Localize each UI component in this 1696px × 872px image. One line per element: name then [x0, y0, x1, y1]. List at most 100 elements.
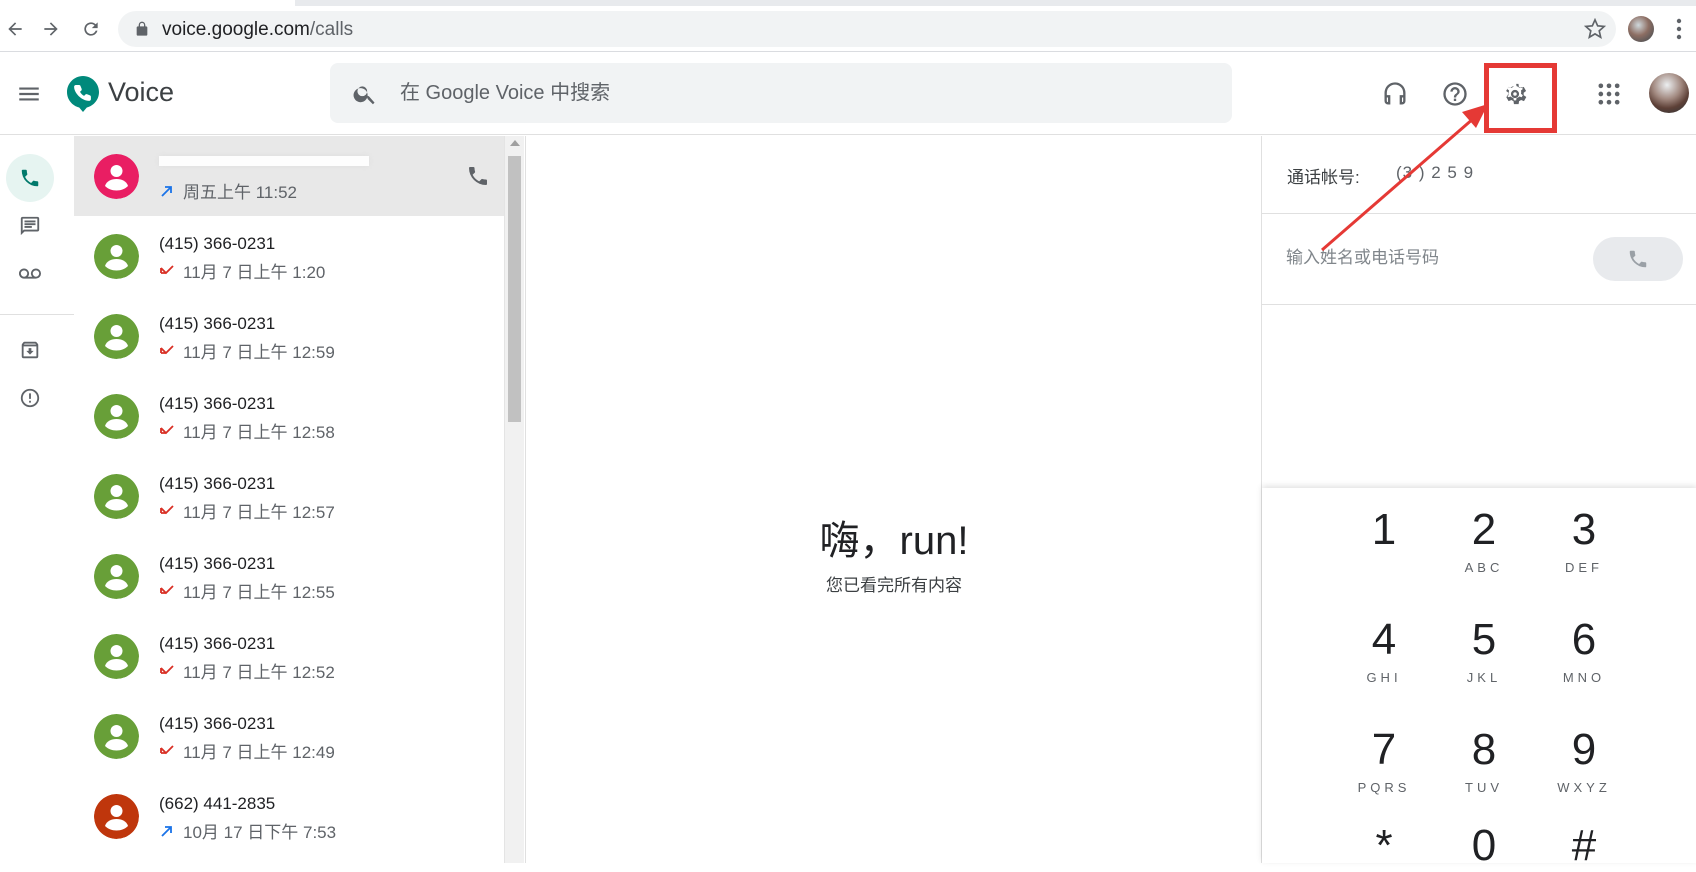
key-9[interactable]: 9 WXYZ: [1534, 708, 1634, 804]
key-hash[interactable]: #: [1534, 804, 1634, 870]
contact-name: (415) 366-0231: [159, 474, 276, 493]
contact-avatar: [94, 714, 139, 759]
search-bar[interactable]: [330, 63, 1232, 123]
reload-button[interactable]: [78, 16, 104, 42]
forward-button[interactable]: [38, 16, 64, 42]
support-button[interactable]: [1378, 77, 1412, 111]
call-row[interactable]: (415) 366-0231 11月 7 日上午 12:58: [74, 376, 524, 456]
main-panel: 嗨，run! 您已看完所有内容: [525, 136, 1261, 863]
key-4[interactable]: 4 GHI: [1334, 598, 1434, 694]
key-star[interactable]: *: [1334, 804, 1434, 870]
person-icon: [94, 634, 139, 679]
key-digit: 2: [1471, 505, 1497, 554]
key-2[interactable]: 2 ABC: [1434, 488, 1534, 584]
key-digit: #: [1571, 821, 1597, 870]
main-menu-icon[interactable]: [16, 81, 42, 107]
browser-profile-avatar[interactable]: [1628, 16, 1654, 42]
contact-name: (415) 366-0231: [159, 554, 276, 573]
nav-rail: [0, 136, 74, 863]
key-6[interactable]: 6 MNO: [1534, 598, 1634, 694]
account-label: 通话帐号:: [1287, 168, 1360, 187]
call-meta: 11月 7 日上午 12:52: [159, 658, 335, 683]
help-icon: [1443, 82, 1467, 106]
rail-messages[interactable]: [6, 202, 54, 250]
browser-menu-icon[interactable]: [1676, 18, 1682, 40]
account-avatar[interactable]: [1649, 73, 1689, 113]
key-8[interactable]: 8 TUV: [1434, 708, 1534, 804]
contact-avatar: [94, 794, 139, 839]
greeting-title: 嗨，run!: [819, 519, 969, 563]
browser-toolbar: voice.google.com/calls: [0, 0, 1696, 52]
call-time: 11月 7 日上午 12:57: [183, 503, 335, 522]
contact-name-redacted: [159, 156, 369, 166]
address-bar[interactable]: voice.google.com/calls: [118, 11, 1616, 47]
search-input[interactable]: [400, 77, 1200, 109]
contact-avatar: [94, 474, 139, 519]
contact-name: (415) 366-0231: [159, 634, 276, 653]
app-header: Voice: [0, 53, 1696, 135]
dialer-panel: 通话帐号: (3 ) 2 5 9 1 2 ABC 3 DEF 4 GHI 5 JKL 6…: [1261, 136, 1696, 870]
arrow-left-icon: [8, 22, 22, 36]
call-meta: 10月 17 日下午 7:53: [159, 818, 336, 843]
contact-name: (415) 366-0231: [159, 714, 276, 733]
call-row[interactable]: (415) 366-0231 11月 7 日上午 12:57: [74, 456, 524, 536]
key-letters: JKL: [1466, 670, 1502, 685]
calls-list: 周五上午 11:52 (415) 366-0231 11月 7 日上午 1:20…: [74, 136, 524, 863]
rail-spam[interactable]: [6, 374, 54, 422]
contact-name: (415) 366-0231: [159, 234, 276, 253]
call-row[interactable]: (415) 366-0231 11月 7 日上午 12:49: [74, 696, 524, 776]
call-row[interactable]: (415) 366-0231 11月 7 日上午 12:59: [74, 296, 524, 376]
outgoing-call-icon: [161, 185, 172, 197]
back-button[interactable]: [2, 16, 28, 42]
contact-avatar: [94, 554, 139, 599]
missed-call-icon: [160, 504, 174, 514]
voicemail-icon: [19, 268, 41, 279]
rail-voicemail[interactable]: [6, 250, 54, 298]
call-row[interactable]: (415) 366-0231 11月 7 日上午 12:52: [74, 616, 524, 696]
key-7[interactable]: 7 PQRS: [1334, 708, 1434, 804]
bookmark-star-icon[interactable]: [1584, 18, 1606, 40]
missed-call-icon: [160, 744, 174, 754]
call-row[interactable]: (415) 366-0231 11月 7 日上午 12:55: [74, 536, 524, 616]
dial-input[interactable]: [1286, 243, 1576, 273]
dial-call-button[interactable]: [1593, 237, 1683, 281]
app-brand[interactable]: Voice: [108, 77, 174, 108]
key-1[interactable]: 1: [1334, 488, 1434, 584]
scroll-up-arrow[interactable]: [510, 140, 520, 146]
key-letters: WXYZ: [1557, 780, 1611, 795]
call-row[interactable]: (415) 366-0231 11月 7 日上午 1:20: [74, 216, 524, 296]
person-icon: [94, 154, 139, 199]
person-icon: [94, 314, 139, 359]
calls-scrollbar[interactable]: [504, 136, 524, 863]
voice-logo-icon[interactable]: [66, 75, 100, 113]
missed-call-icon: [160, 664, 174, 674]
key-letters: DEF: [1565, 560, 1603, 575]
rail-archive[interactable]: [6, 326, 54, 374]
rail-calls[interactable]: [6, 154, 54, 202]
help-button[interactable]: [1438, 77, 1472, 111]
key-digit: *: [1375, 821, 1393, 870]
key-digit: 6: [1571, 615, 1597, 664]
call-back-phone-icon[interactable]: [466, 164, 490, 188]
key-digit: 0: [1471, 821, 1497, 870]
key-letters: MNO: [1562, 670, 1606, 685]
key-letters: PQRS: [1357, 780, 1411, 795]
apps-button[interactable]: [1592, 77, 1626, 111]
account-number[interactable]: (3 ) 2 5 9: [1396, 163, 1474, 183]
account-row: 通话帐号: (3 ) 2 5 9: [1262, 136, 1696, 214]
key-3[interactable]: 3 DEF: [1534, 488, 1634, 584]
key-5[interactable]: 5 JKL: [1434, 598, 1534, 694]
phone-icon: [21, 169, 39, 187]
alert-circle-icon: [20, 388, 40, 408]
call-row[interactable]: 周五上午 11:52: [74, 136, 524, 216]
call-meta: 11月 7 日上午 12:57: [159, 498, 335, 523]
contact-name: (415) 366-0231: [159, 394, 276, 413]
search-icon[interactable]: [352, 81, 378, 107]
key-0[interactable]: 0: [1434, 804, 1534, 870]
missed-call-icon: [160, 424, 174, 434]
contact-avatar: [94, 154, 139, 199]
scroll-thumb[interactable]: [508, 156, 521, 422]
contact-avatar: [94, 634, 139, 679]
call-row[interactable]: (662) 441-2835 10月 17 日下午 7:53: [74, 776, 524, 856]
person-icon: [94, 794, 139, 839]
